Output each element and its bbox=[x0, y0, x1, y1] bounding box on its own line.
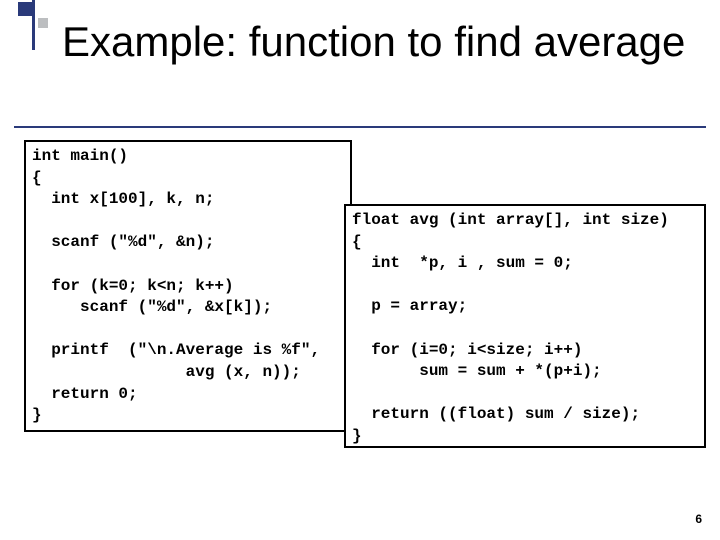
page-number: 6 bbox=[695, 512, 702, 526]
code-box-main: int main() { int x[100], k, n; scanf ("%… bbox=[24, 140, 352, 432]
title-underline bbox=[14, 126, 706, 128]
code-box-avg: float avg (int array[], int size) { int … bbox=[344, 204, 706, 448]
slide-decor bbox=[14, 0, 58, 50]
decor-square-secondary bbox=[38, 18, 48, 28]
decor-line bbox=[32, 0, 35, 50]
decor-square-primary bbox=[18, 2, 32, 16]
slide-title: Example: function to find average bbox=[62, 18, 685, 65]
